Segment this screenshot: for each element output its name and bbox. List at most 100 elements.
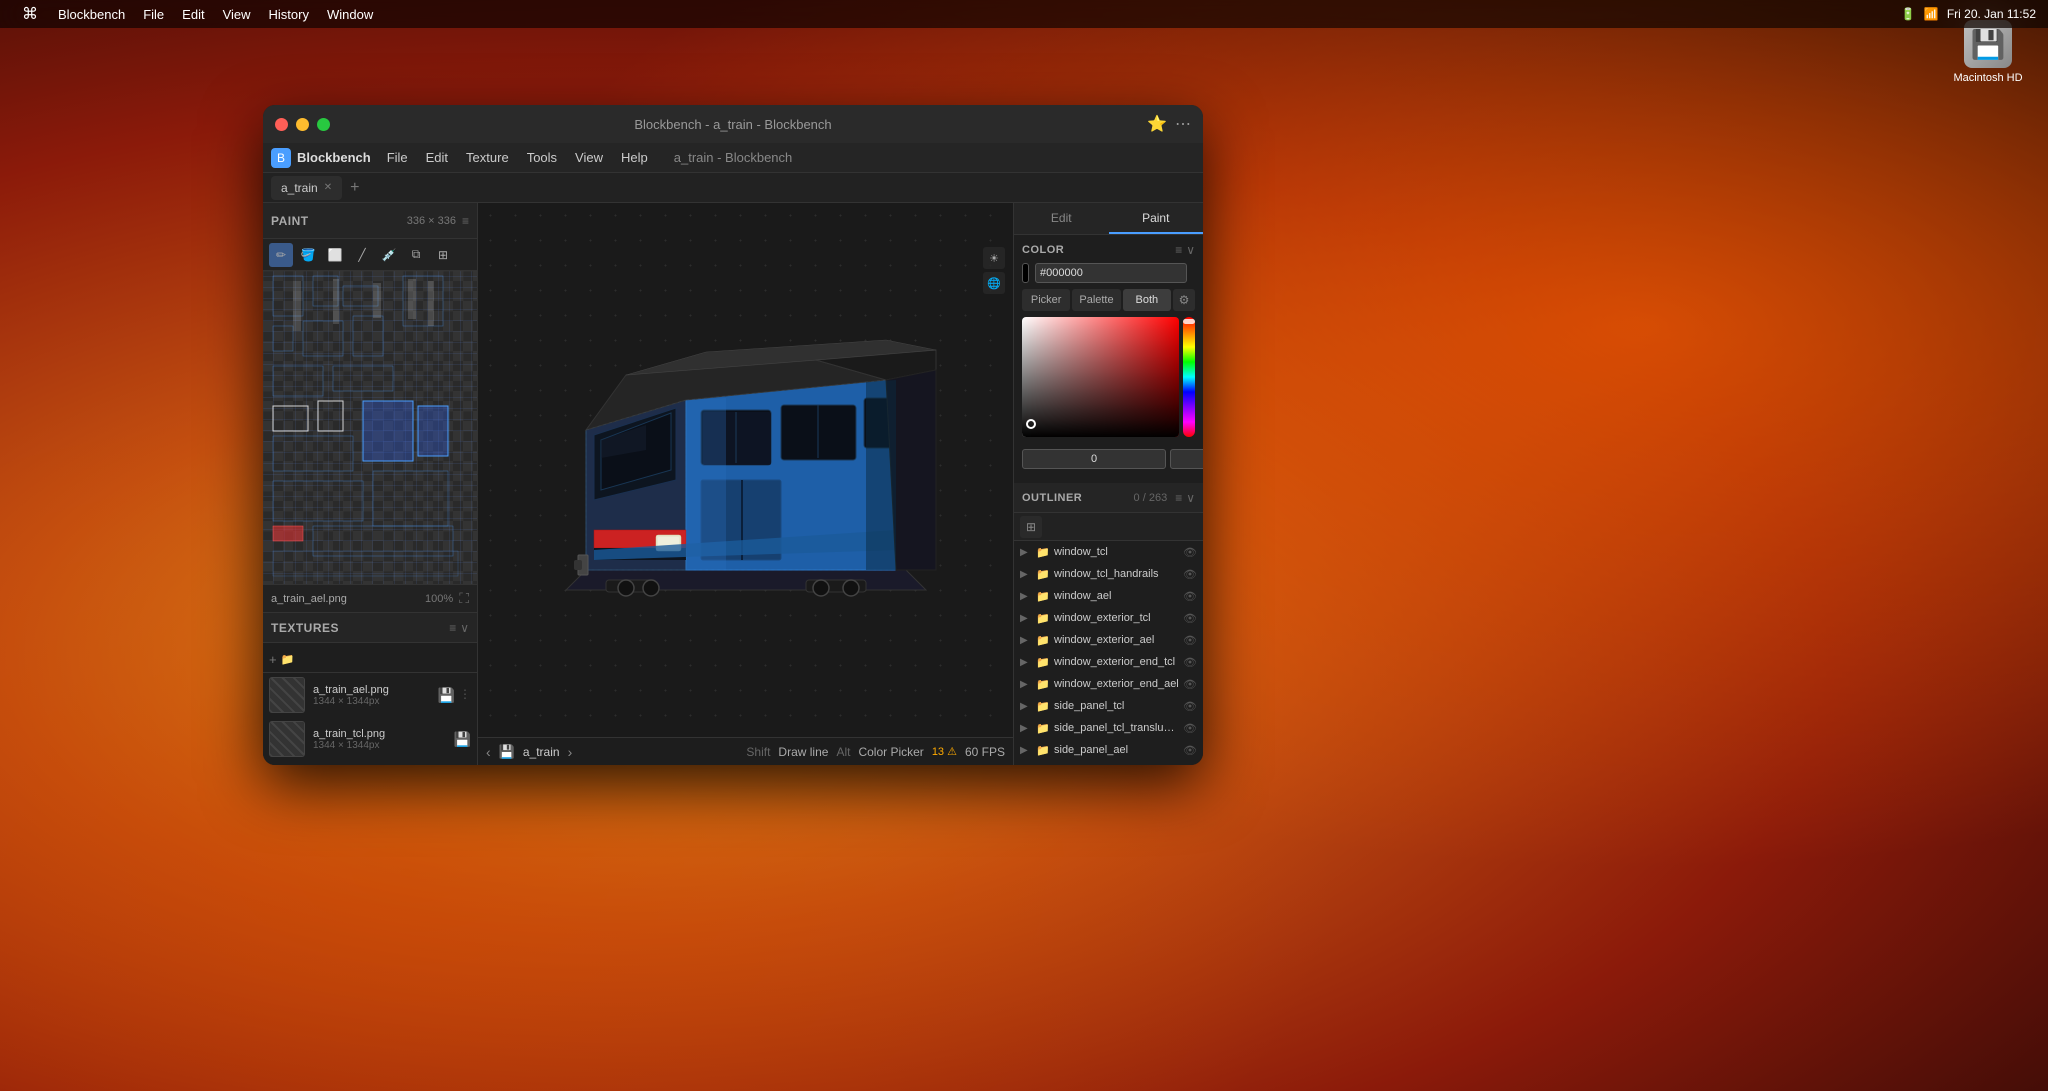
- visibility-icon[interactable]: 👁: [1183, 634, 1197, 647]
- menu-tools[interactable]: Tools: [519, 148, 565, 167]
- tab-add-button[interactable]: +: [346, 179, 363, 197]
- menu-help[interactable]: Help: [613, 148, 656, 167]
- star-icon[interactable]: ⭐: [1147, 114, 1167, 134]
- visibility-icon[interactable]: 👁: [1183, 546, 1197, 559]
- tool-fill[interactable]: 🪣: [296, 243, 320, 267]
- tool-copy[interactable]: ⧉: [404, 243, 428, 267]
- outliner-item-side-panel-ael-translucent[interactable]: ▶ 📁 side_panel_ael_translucent 👁: [1014, 761, 1203, 765]
- tool-pencil[interactable]: ✏: [269, 243, 293, 267]
- outliner-tool-1[interactable]: ⊞: [1020, 516, 1042, 538]
- visibility-icon[interactable]: 👁: [1183, 590, 1197, 603]
- texture-size-tcl: 1344 × 1344px: [313, 740, 446, 751]
- tool-eraser[interactable]: ⬜: [323, 243, 347, 267]
- outliner-item-window-exterior-ael[interactable]: ▶ 📁 window_exterior_ael 👁: [1014, 629, 1203, 651]
- macos-menubar: ⌘ Blockbench File Edit View History Wind…: [0, 0, 2048, 28]
- outliner-item-window-tcl[interactable]: ▶ 📁 window_tcl 👁: [1014, 541, 1203, 563]
- viewport-prev-button[interactable]: ‹: [486, 744, 491, 760]
- tab-palette[interactable]: Palette: [1072, 289, 1120, 311]
- view-icon-sun[interactable]: ☀: [983, 247, 1005, 269]
- tab-close-icon[interactable]: ✕: [324, 182, 332, 193]
- textures-collapse-icon[interactable]: ∨: [460, 621, 469, 635]
- texture-folder-icon[interactable]: 📁: [281, 653, 295, 666]
- texture-add-icon[interactable]: +: [269, 652, 277, 667]
- textures-menu-icon[interactable]: ≡: [449, 621, 456, 635]
- outliner-item-window-ael[interactable]: ▶ 📁 window_ael 👁: [1014, 585, 1203, 607]
- texture-more-icon[interactable]: ⋮: [459, 687, 471, 704]
- menubar-view[interactable]: View: [215, 5, 259, 24]
- tab-edit[interactable]: Edit: [1014, 203, 1109, 234]
- outliner-item-window-exterior-end-ael[interactable]: ▶ 📁 window_exterior_end_ael 👁: [1014, 673, 1203, 695]
- arrow-icon: ▶: [1020, 635, 1032, 646]
- tool-grid[interactable]: ⊞: [431, 243, 455, 267]
- tab-both[interactable]: Both: [1123, 289, 1171, 311]
- viewport-next-button[interactable]: ›: [568, 744, 573, 760]
- arrow-icon: ▶: [1020, 547, 1032, 558]
- paint-menu-icon[interactable]: ≡: [462, 214, 469, 228]
- outliner-collapse-icon[interactable]: ∨: [1186, 491, 1195, 505]
- green-channel-input[interactable]: [1170, 449, 1203, 469]
- tool-eyedropper[interactable]: 💉: [377, 243, 401, 267]
- texture-save-tcl-icon[interactable]: 💾: [454, 731, 471, 748]
- texture-item-tcl[interactable]: a_train_tcl.png 1344 × 1344px 💾: [263, 717, 477, 761]
- color-picker-label: Color Picker: [858, 745, 923, 759]
- color-menu-icon[interactable]: ≡: [1175, 243, 1182, 257]
- menubar-edit[interactable]: Edit: [174, 5, 212, 24]
- folder-icon: 📁: [1036, 590, 1050, 603]
- outliner-item-side-panel-tcl[interactable]: ▶ 📁 side_panel_tcl 👁: [1014, 695, 1203, 717]
- outliner-item-window-exterior-tcl[interactable]: ▶ 📁 window_exterior_tcl 👁: [1014, 607, 1203, 629]
- color-gradient-area[interactable]: [1022, 317, 1179, 437]
- hue-slider[interactable]: [1183, 317, 1195, 437]
- view-icon-globe[interactable]: 🌐: [983, 272, 1005, 294]
- menu-file[interactable]: File: [379, 148, 416, 167]
- arrow-icon: ▶: [1020, 569, 1032, 580]
- red-channel-input[interactable]: [1022, 449, 1166, 469]
- minimize-button[interactable]: [296, 118, 309, 131]
- color-preview-box: [1022, 263, 1029, 283]
- outliner-item-window-exterior-end-tcl[interactable]: ▶ 📁 window_exterior_end_tcl 👁: [1014, 651, 1203, 673]
- tool-line[interactable]: ╱: [350, 243, 374, 267]
- outliner-item-window-tcl-handrails[interactable]: ▶ 📁 window_tcl_handrails 👁: [1014, 563, 1203, 585]
- desktop-hd-icon[interactable]: 💾 Macintosh HD: [1948, 20, 2028, 84]
- viewport-3d-area[interactable]: [478, 203, 1013, 737]
- outliner-item-side-panel-ael[interactable]: ▶ 📁 side_panel_ael 👁: [1014, 739, 1203, 761]
- visibility-icon[interactable]: 👁: [1183, 656, 1197, 669]
- viewport[interactable]: ✏ 🪣 ■ ◧ ↗ ⇄ ⧉ Default ▾ ◉: [478, 203, 1013, 765]
- window-subtitle: a_train - Blockbench: [674, 150, 793, 165]
- close-button[interactable]: [275, 118, 288, 131]
- apple-menu[interactable]: ⌘: [12, 2, 48, 26]
- visibility-icon[interactable]: 👁: [1183, 678, 1197, 691]
- more-icon[interactable]: ⋯: [1175, 114, 1191, 134]
- outliner-section: OUTLINER 0 / 263 ≡ ∨ ⊞ ▶ 📁 window_tcl 👁: [1014, 483, 1203, 765]
- item-name: side_panel_ael: [1054, 744, 1179, 756]
- outliner-menu-icon[interactable]: ≡: [1175, 491, 1182, 505]
- tab-settings-gear[interactable]: ⚙: [1173, 289, 1195, 311]
- menubar-window[interactable]: Window: [319, 5, 381, 24]
- texture-fit-icon[interactable]: ⛶: [459, 590, 469, 607]
- textures-title: TEXTURES: [271, 621, 339, 635]
- main-content: PAINT 336 × 336 ≡ ✏ 🪣 ⬜ ╱ 💉 ⧉ ⊞: [263, 203, 1203, 765]
- fps-warning: 13 ⚠: [932, 745, 957, 758]
- outliner-toolbar: ⊞: [1014, 513, 1203, 541]
- menubar-app-name[interactable]: Blockbench: [50, 5, 133, 24]
- texture-item-ael[interactable]: a_train_ael.png 1344 × 1344px 💾 ⋮: [263, 673, 477, 717]
- viewport-save-icon[interactable]: 💾: [499, 744, 515, 760]
- tab-paint[interactable]: Paint: [1109, 203, 1204, 234]
- menu-view[interactable]: View: [567, 148, 611, 167]
- visibility-icon[interactable]: 👁: [1183, 612, 1197, 625]
- maximize-button[interactable]: [317, 118, 330, 131]
- tab-a-train[interactable]: a_train ✕: [271, 176, 342, 200]
- visibility-icon[interactable]: 👁: [1183, 722, 1197, 735]
- menubar-file[interactable]: File: [135, 5, 172, 24]
- menu-edit[interactable]: Edit: [418, 148, 456, 167]
- outliner-item-side-panel-tcl-translucent[interactable]: ▶ 📁 side_panel_tcl_translucent 👁: [1014, 717, 1203, 739]
- visibility-icon[interactable]: 👁: [1183, 700, 1197, 713]
- tab-picker[interactable]: Picker: [1022, 289, 1070, 311]
- color-hex-input[interactable]: [1035, 263, 1187, 283]
- menu-texture[interactable]: Texture: [458, 148, 517, 167]
- color-collapse-icon[interactable]: ∨: [1186, 243, 1195, 257]
- viewport-bottom-bar: ‹ 💾 a_train › Shift Draw line Alt Color …: [478, 737, 1013, 765]
- visibility-icon[interactable]: 👁: [1183, 568, 1197, 581]
- visibility-icon[interactable]: 👁: [1183, 744, 1197, 757]
- texture-save-icon[interactable]: 💾: [438, 687, 455, 704]
- menubar-history[interactable]: History: [261, 5, 317, 24]
